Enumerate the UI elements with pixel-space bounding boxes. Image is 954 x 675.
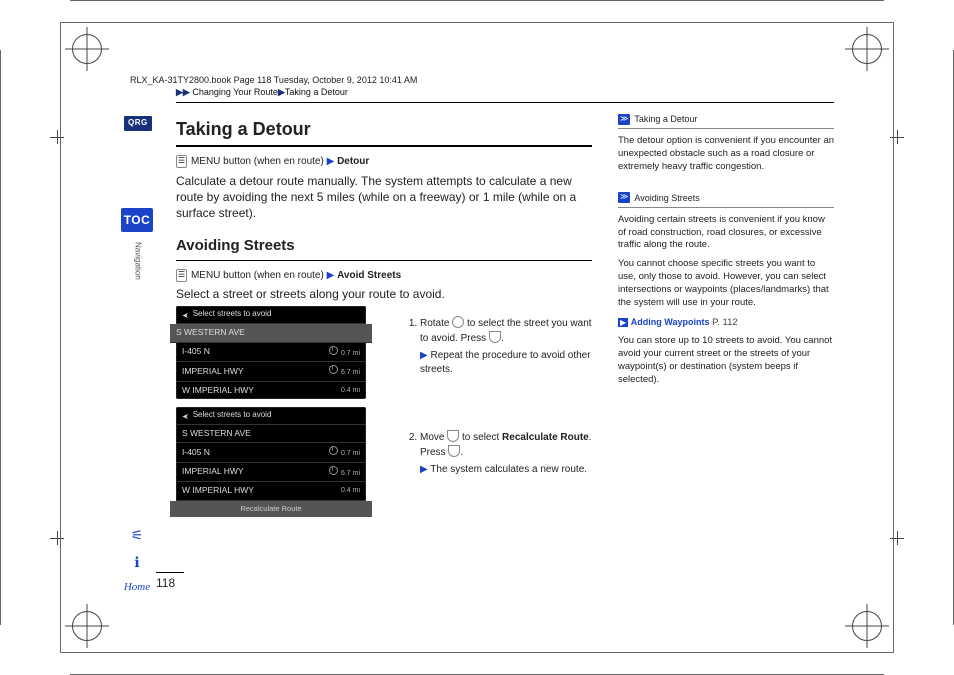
step-list: Rotate to select the street you want to … (380, 316, 592, 497)
divider (618, 128, 834, 129)
nav-screenshot: ➤Select streets to avoid S WESTERN AVE I… (176, 306, 366, 399)
sidebar-heading: ≫Taking a Detour (618, 113, 834, 125)
divider (176, 145, 592, 147)
sidebar-column: ≫Taking a Detour The detour option is co… (618, 111, 834, 517)
sidebar-heading: ≫Avoiding Streets (618, 192, 834, 204)
move-knob-icon (447, 430, 459, 442)
main-column: Taking a Detour ☰ MENU button (when en r… (176, 111, 592, 517)
chevron-right-icon: ▶ (327, 156, 335, 167)
nav-path: ☰ MENU button (when en route) ▶ Detour (176, 155, 592, 169)
info-badge-icon (329, 365, 338, 374)
manual-page: RLX_KA-31TY2800.book Page 118 Tuesday, O… (0, 0, 954, 675)
rotate-knob-icon (452, 316, 464, 328)
sidebar-text: You can store up to 10 streets to avoid.… (618, 335, 834, 386)
step-item: Rotate to select the street you want to … (420, 316, 592, 376)
sidebar-text: Avoiding certain streets is convenient i… (618, 214, 834, 252)
press-knob-icon (448, 445, 460, 457)
back-icon: ➤ (182, 410, 189, 421)
note-icon: ≫ (618, 114, 630, 125)
back-icon: ➤ (182, 309, 189, 320)
page-number: 118 (156, 572, 184, 591)
divider (618, 207, 834, 208)
page-title: Taking a Detour (176, 117, 592, 141)
sidebar-text: You cannot choose specific streets you w… (618, 258, 834, 309)
link-icon: ▶ (618, 318, 628, 327)
info-badge-icon (329, 466, 338, 475)
step-substep: Repeat the procedure to avoid other stre… (420, 349, 592, 376)
breadcrumb-seg: Taking a Detour (285, 87, 348, 97)
breadcrumb-arrow-icon: ▶▶ (176, 87, 190, 97)
home-icon[interactable]: Home (124, 580, 150, 595)
nav-screenshot: ➤Select streets to avoid S WESTERN AVE I… (176, 407, 366, 517)
breadcrumb-seg: Changing Your Route (192, 87, 278, 97)
divider (176, 260, 592, 261)
info-icon[interactable]: ℹ (134, 553, 139, 572)
body-text: Calculate a detour route manually. The s… (176, 173, 592, 222)
crop-rule (0, 50, 1, 625)
divider (176, 102, 834, 103)
menu-button-icon: ☰ (176, 155, 187, 168)
info-badge-icon (329, 346, 338, 355)
voice-icon[interactable]: ⚟ (131, 526, 144, 545)
step-item: Move to select Recalculate Route. Press … (420, 430, 592, 477)
menu-button-icon: ☰ (176, 269, 187, 282)
content-area: ▶▶ Changing Your Route▶Taking a Detour T… (176, 86, 834, 585)
toc-tab[interactable]: TOC (121, 208, 154, 232)
print-header-stamp: RLX_KA-31TY2800.book Page 118 Tuesday, O… (130, 74, 417, 86)
recalculate-footer: Recalculate Route (170, 501, 372, 517)
note-icon: ≫ (618, 192, 630, 203)
section-heading: Avoiding Streets (176, 236, 592, 256)
crop-rule (70, 0, 884, 1)
breadcrumb: ▶▶ Changing Your Route▶Taking a Detour (176, 86, 834, 98)
nav-path: ☰ MENU button (when en route) ▶ Avoid St… (176, 269, 592, 283)
chevron-right-icon: ▶ (327, 270, 335, 281)
info-badge-icon (329, 446, 338, 455)
press-knob-icon (489, 331, 501, 343)
sidebar-link[interactable]: ▶ Adding Waypoints P. 112 (618, 316, 834, 330)
sidebar-text: The detour option is convenient if you e… (618, 135, 834, 173)
step-substep: The system calculates a new route. (420, 463, 592, 477)
left-tab-rail: TOC Navigation ⚟ ℹ Home (124, 116, 150, 595)
section-label: Navigation (132, 242, 143, 280)
body-text: Select a street or streets along your ro… (176, 286, 592, 302)
